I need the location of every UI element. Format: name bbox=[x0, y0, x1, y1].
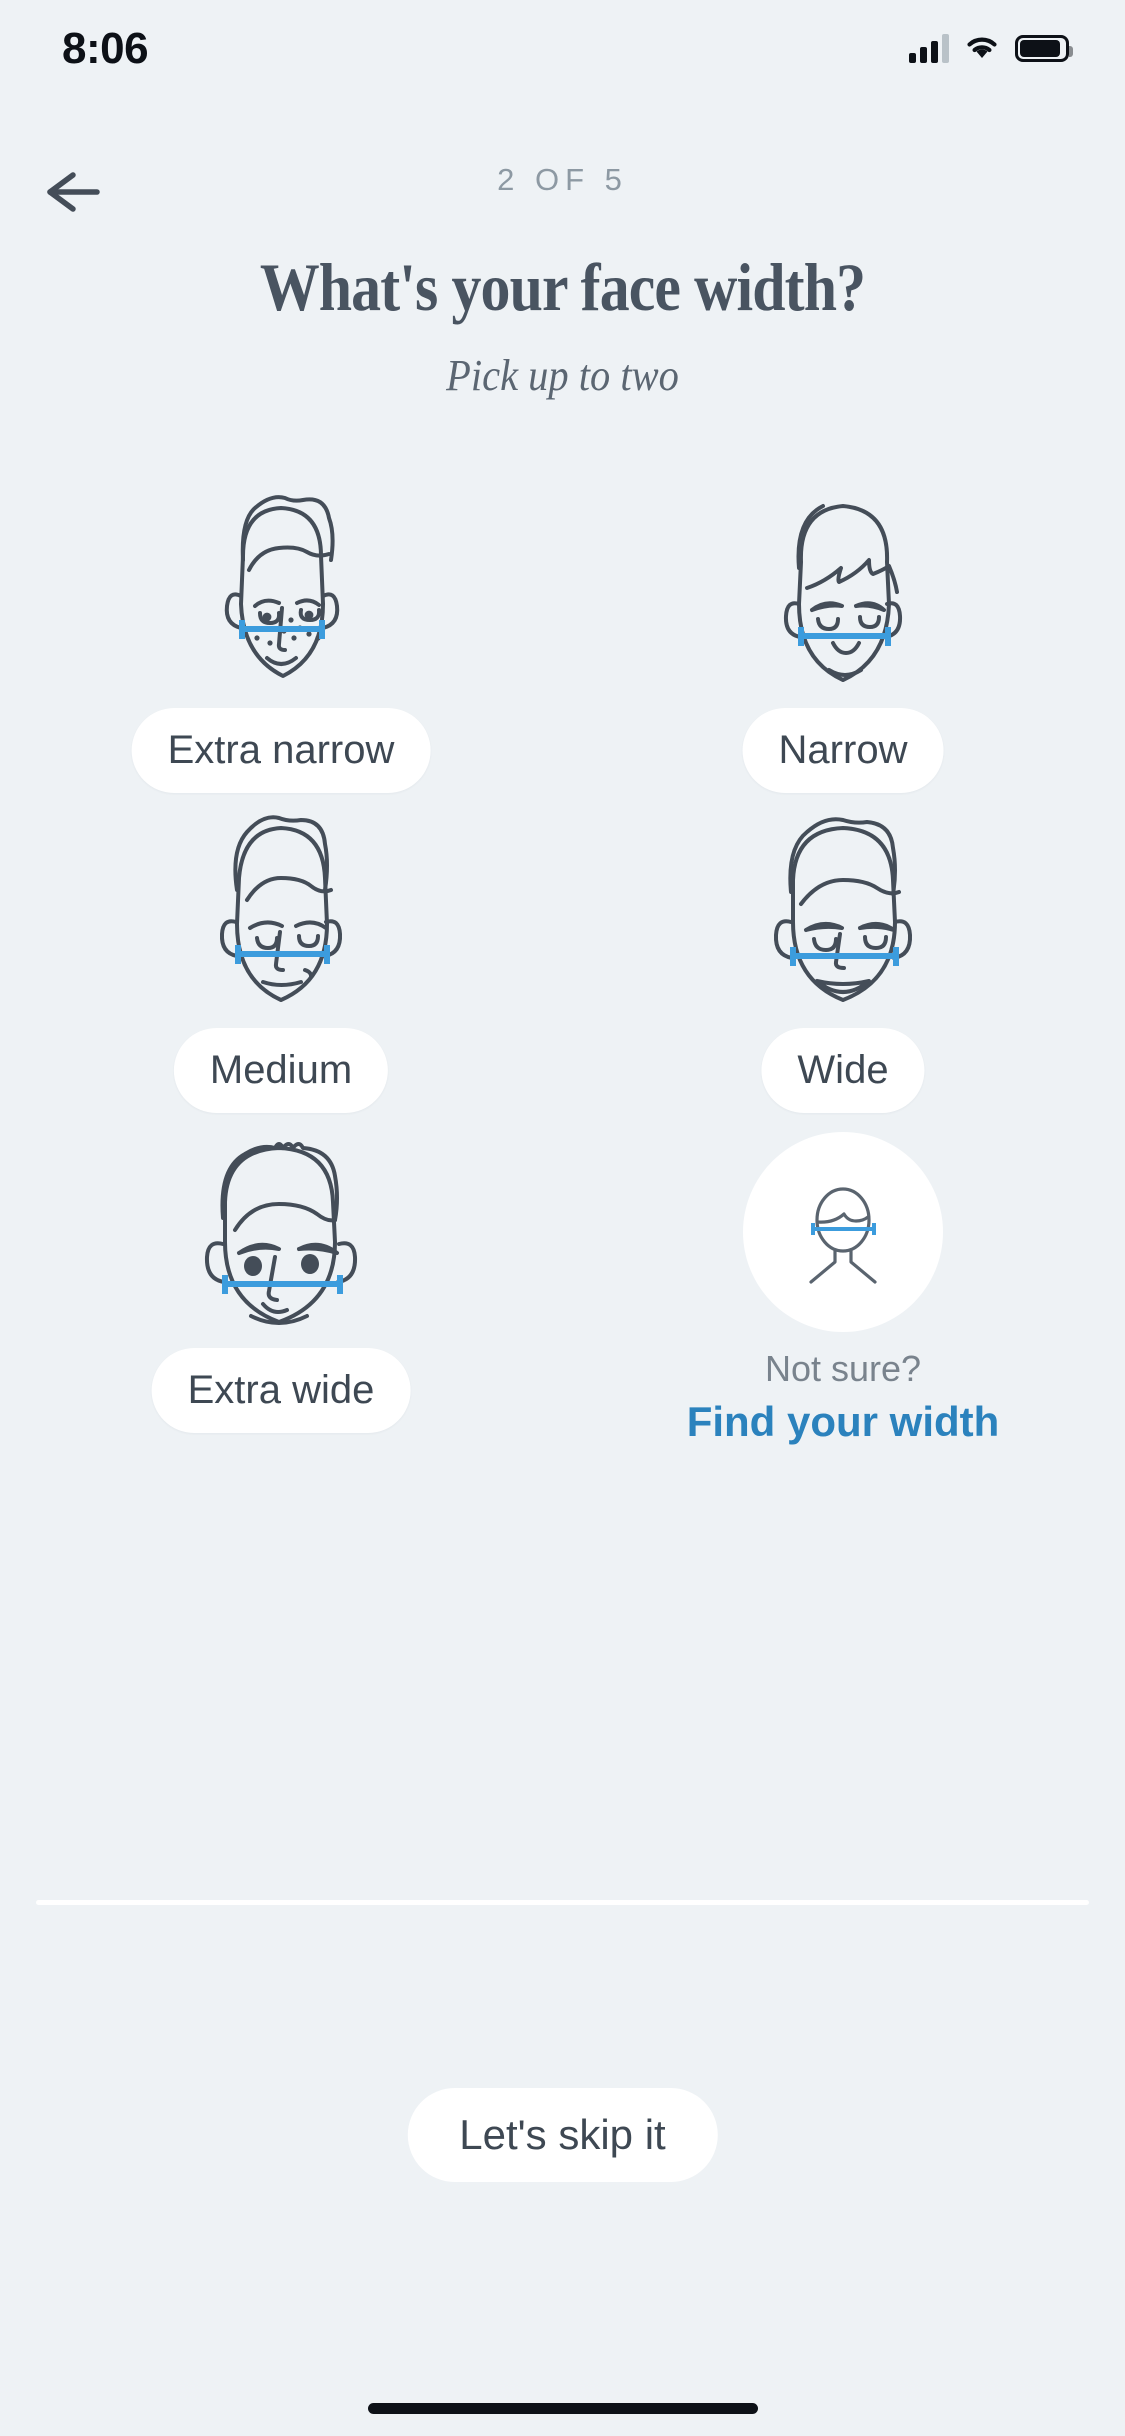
status-bar: 8:06 bbox=[0, 0, 1125, 120]
option-extra-wide[interactable]: Extra wide bbox=[0, 1126, 562, 1448]
option-medium[interactable]: Medium bbox=[0, 806, 562, 1128]
battery-icon bbox=[1015, 34, 1073, 62]
not-sure-question: Not sure? bbox=[764, 1348, 922, 1389]
option-narrow[interactable]: Narrow bbox=[562, 486, 1124, 808]
page-subtitle: Pick up to two bbox=[446, 351, 679, 400]
option-label[interactable]: Medium bbox=[173, 1028, 389, 1113]
find-your-width-link[interactable]: Find your width bbox=[562, 1398, 1124, 1446]
face-extra-narrow-icon[interactable] bbox=[151, 486, 411, 698]
option-label[interactable]: Extra narrow bbox=[131, 708, 431, 793]
wifi-icon bbox=[962, 31, 1002, 66]
face-width-options-grid: Extra narrow Narrow Medium Wide Extra wi… bbox=[0, 486, 1125, 1786]
status-bar-time: 8:06 bbox=[62, 24, 149, 73]
face-medium-icon[interactable] bbox=[151, 806, 411, 1018]
face-narrow-icon[interactable] bbox=[713, 486, 973, 698]
page-title: What's your face width? bbox=[259, 249, 866, 325]
step-indicator: 2 OF 5 bbox=[497, 162, 628, 197]
option-label[interactable]: Narrow bbox=[742, 708, 944, 793]
option-extra-narrow[interactable]: Extra narrow bbox=[0, 486, 562, 808]
home-indicator[interactable] bbox=[367, 2403, 758, 2414]
face-wide-icon[interactable] bbox=[713, 806, 973, 1018]
cellular-bars-icon bbox=[909, 33, 949, 63]
navigation-bar: 2 OF 5 bbox=[0, 152, 1125, 222]
option-label[interactable]: Extra wide bbox=[151, 1348, 411, 1433]
skip-button[interactable]: Let's skip it bbox=[407, 2088, 718, 2182]
not-sure-option[interactable]: Not sure? Find your width bbox=[562, 1126, 1124, 1448]
option-label[interactable]: Wide bbox=[761, 1028, 925, 1113]
status-bar-indicators bbox=[909, 28, 1073, 68]
face-measure-help-icon[interactable] bbox=[743, 1132, 943, 1332]
option-wide[interactable]: Wide bbox=[562, 806, 1124, 1128]
footer-divider bbox=[36, 1900, 1089, 1905]
face-extra-wide-icon[interactable] bbox=[151, 1126, 411, 1338]
